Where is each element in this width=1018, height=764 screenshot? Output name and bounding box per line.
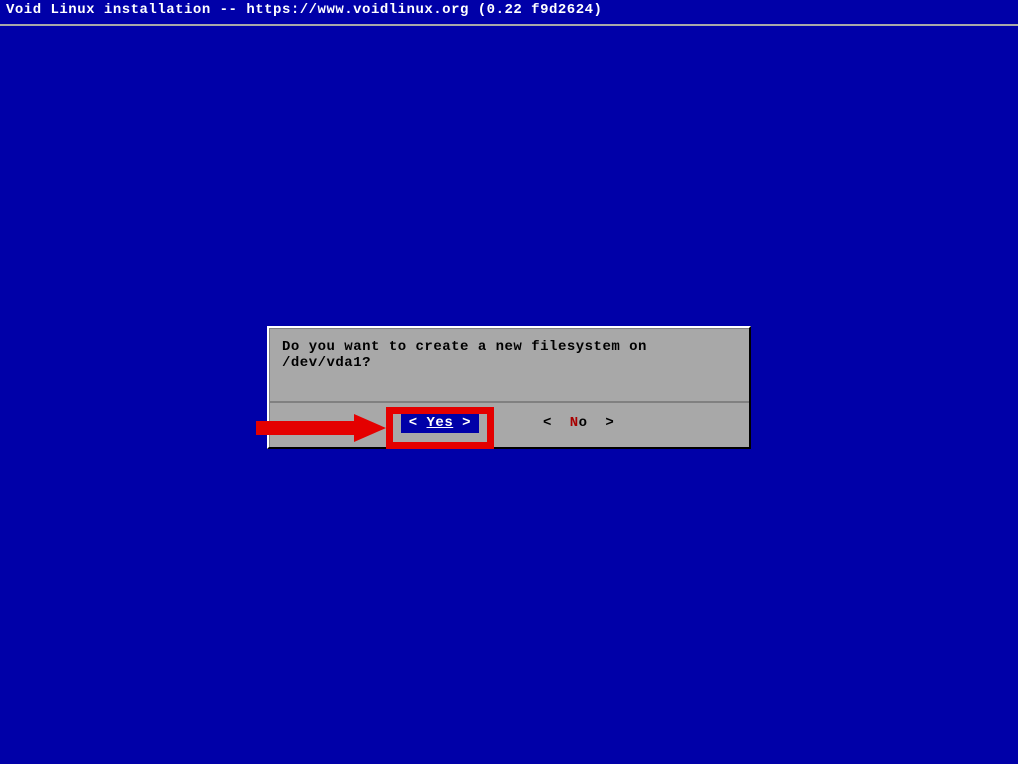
- confirmation-dialog: Do you want to create a new filesystem o…: [267, 326, 751, 449]
- dialog-inner: Do you want to create a new filesystem o…: [269, 328, 749, 447]
- no-button[interactable]: < No >: [539, 413, 618, 433]
- yes-button[interactable]: < Yes >: [401, 413, 479, 433]
- header-title: Void Linux installation -- https://www.v…: [0, 0, 1018, 20]
- header-divider: [0, 24, 1018, 26]
- dialog-message: Do you want to create a new filesystem o…: [270, 329, 749, 401]
- dialog-button-row: < Yes > < No >: [270, 403, 749, 447]
